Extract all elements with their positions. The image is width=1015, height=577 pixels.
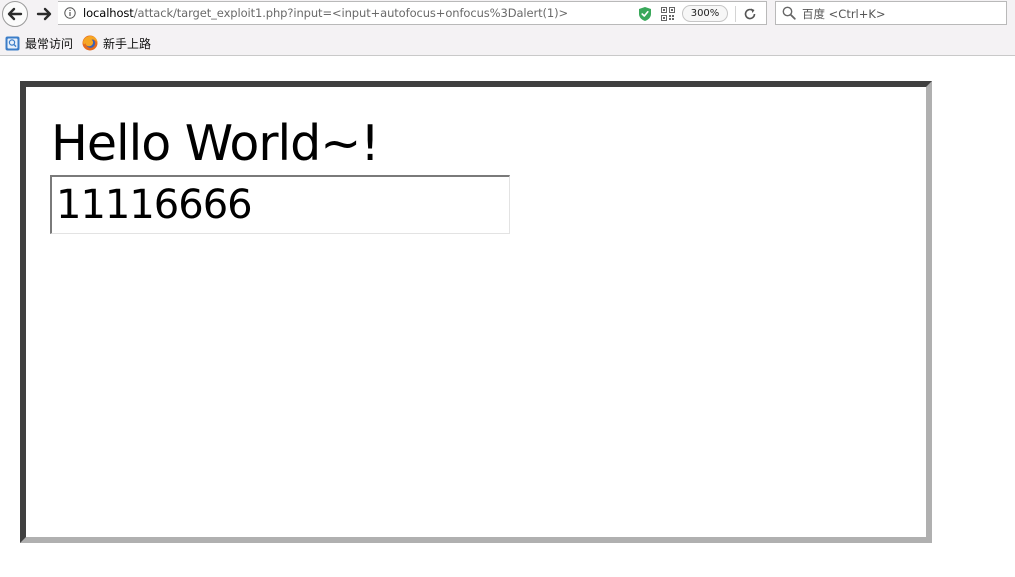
- bookmark-getting-started[interactable]: 新手上路: [82, 35, 151, 51]
- address-bar[interactable]: localhost/attack/target_exploit1.php?inp…: [58, 1, 767, 25]
- shield-icon[interactable]: [638, 6, 652, 22]
- page-heading: Hello World~!: [51, 115, 380, 172]
- search-placeholder: 百度 <Ctrl+K>: [802, 7, 886, 21]
- info-icon[interactable]: [64, 7, 76, 19]
- bookmark-most-visited[interactable]: 最常访问: [5, 35, 73, 51]
- zoom-level-badge[interactable]: 300%: [682, 5, 728, 22]
- forward-button[interactable]: [32, 4, 56, 24]
- bookmark-label: 新手上路: [103, 36, 152, 51]
- navigation-toolbar: localhost/attack/target_exploit1.php?inp…: [0, 0, 1015, 29]
- qr-code-icon[interactable]: [661, 7, 675, 21]
- text-input[interactable]: [50, 175, 510, 234]
- url-text[interactable]: localhost/attack/target_exploit1.php?inp…: [83, 6, 568, 20]
- bookmarks-toolbar: 最常访问 新手上路: [0, 29, 1015, 56]
- url-path: /attack/target_exploit1.php?input=<input…: [133, 6, 569, 20]
- forward-arrow-icon: [36, 7, 52, 21]
- back-button[interactable]: [2, 1, 28, 27]
- firefox-icon: [82, 35, 98, 51]
- url-divider: [735, 6, 736, 22]
- bookmark-label: 最常访问: [25, 36, 74, 51]
- reload-icon[interactable]: [743, 7, 757, 21]
- search-icon: [782, 6, 796, 20]
- nav-buttons: [2, 1, 58, 27]
- url-host: localhost: [83, 6, 134, 20]
- page-frame: Hello World~!: [20, 81, 932, 543]
- bookmark-folder-icon: [5, 36, 20, 50]
- back-arrow-icon: [7, 7, 23, 21]
- search-bar[interactable]: 百度 <Ctrl+K>: [775, 1, 1007, 25]
